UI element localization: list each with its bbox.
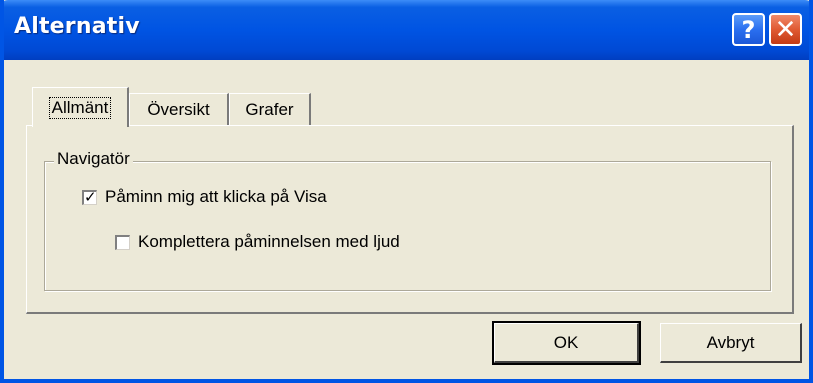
tab-allmant[interactable]: Allmänt bbox=[32, 87, 129, 127]
help-icon: ? bbox=[741, 15, 756, 44]
tab-oversikt[interactable]: Översikt bbox=[129, 93, 229, 125]
options-dialog: Alternativ ? ✕ Allmänt Översikt Grafer N… bbox=[0, 0, 813, 383]
title-bar[interactable]: Alternativ ? ✕ bbox=[4, 0, 809, 60]
remind-option[interactable]: ✓ Påminn mig att klicka på Visa bbox=[82, 187, 327, 207]
cancel-button[interactable]: Avbryt bbox=[660, 323, 802, 363]
group-label: Navigatör bbox=[54, 149, 133, 169]
tab-label: Översikt bbox=[147, 99, 210, 119]
remind-checkbox[interactable]: ✓ bbox=[82, 188, 97, 206]
tab-label: Allmänt bbox=[48, 96, 112, 119]
sound-checkbox-label: Komplettera påminnelsen med ljud bbox=[138, 232, 400, 251]
close-icon: ✕ bbox=[774, 14, 797, 45]
sound-checkbox[interactable] bbox=[115, 234, 130, 250]
help-button[interactable]: ? bbox=[732, 13, 765, 46]
tab-label: Grafer bbox=[245, 99, 294, 119]
sound-option[interactable]: Komplettera påminnelsen med ljud bbox=[115, 232, 400, 252]
checkmark-icon: ✓ bbox=[84, 188, 97, 206]
remind-checkbox-label: Påminn mig att klicka på Visa bbox=[105, 187, 327, 206]
window-title: Alternativ bbox=[14, 14, 140, 39]
ok-button[interactable]: OK bbox=[492, 321, 641, 365]
dialog-body: Allmänt Översikt Grafer Navigatör ✓ Påmi… bbox=[4, 60, 809, 379]
close-button[interactable]: ✕ bbox=[769, 13, 802, 46]
navigator-groupbox bbox=[44, 161, 771, 291]
tab-grafer[interactable]: Grafer bbox=[229, 93, 311, 125]
